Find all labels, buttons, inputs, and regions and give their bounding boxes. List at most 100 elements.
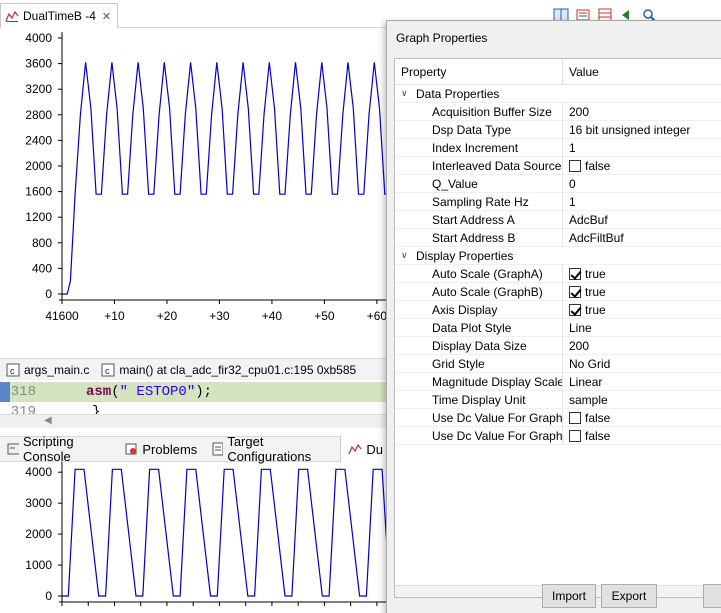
property-row[interactable]: Acquisition Buffer Size 200 <box>395 103 721 121</box>
file-tab-label: main() at cla_adc_fir32_cpu01.c:195 0xb5… <box>119 362 357 377</box>
property-checkbox[interactable] <box>569 285 581 298</box>
property-row[interactable]: Auto Scale (GraphB) true <box>395 283 721 301</box>
property-row[interactable]: Auto Scale (GraphA) true <box>395 265 721 283</box>
property-row[interactable]: Index Increment 1 <box>395 139 721 157</box>
property-row[interactable]: Q_Value 0 <box>395 175 721 193</box>
graph-icon <box>5 10 19 22</box>
property-row[interactable]: Magnitude Display Scale Linear <box>395 373 721 391</box>
property-value-cell[interactable]: 200 <box>563 103 721 121</box>
property-name-cell: Time Display Unit <box>395 391 563 409</box>
property-row[interactable]: Dsp Data Type 16 bit unsigned integer <box>395 121 721 139</box>
file-tab-main-debug[interactable]: c main() at cla_adc_fir32_cpu01.c:195 0x… <box>95 359 362 381</box>
svg-text:c: c <box>105 366 110 376</box>
import-button[interactable]: Import <box>542 584 596 608</box>
code-line: 319 } <box>0 402 390 414</box>
graph-icon <box>348 443 362 455</box>
code-line-current: 318 asm(" ESTOP0"); <box>0 382 390 402</box>
editor-tab-dualtimeb[interactable]: DualTimeB -4 ✕ <box>0 3 118 28</box>
property-value-cell[interactable]: true <box>563 283 721 301</box>
x-tick-label: +40 <box>262 309 283 323</box>
property-value-cell[interactable]: AdcFiltBuf <box>563 229 721 247</box>
property-checkbox[interactable] <box>569 303 581 316</box>
property-checkbox[interactable] <box>569 429 581 442</box>
property-value: 16 bit unsigned integer <box>569 122 691 137</box>
property-value-cell[interactable]: 1 <box>563 139 721 157</box>
property-name: Interleaved Data Sources <box>432 158 563 173</box>
property-row[interactable]: Time Display Unit sample <box>395 391 721 409</box>
property-value-cell[interactable]: 16 bit unsigned integer <box>563 121 721 139</box>
property-name: Q_Value <box>432 176 478 191</box>
category-cell: ∨ Data Properties <box>395 85 563 103</box>
axis-lines <box>59 32 400 301</box>
category-cell: ∨ Display Properties <box>395 247 563 265</box>
property-value-cell[interactable]: 1 <box>563 193 721 211</box>
property-value-cell[interactable]: false <box>563 409 721 427</box>
property-value-cell[interactable]: true <box>563 265 721 283</box>
property-value: Line <box>569 320 592 335</box>
tab-label: Du <box>366 441 383 457</box>
y-tick-label: 800 <box>32 236 52 250</box>
property-row[interactable]: Axis Display true <box>395 301 721 319</box>
property-row[interactable]: Data Plot Style Line <box>395 319 721 337</box>
property-value-cell[interactable]: 0 <box>563 175 721 193</box>
y-tick-label: 0 <box>45 589 52 603</box>
export-button[interactable]: Export <box>601 584 657 608</box>
property-row[interactable]: Start Address B AdcFiltBuf <box>395 229 721 247</box>
dialog-extra-button[interactable] <box>703 584 721 608</box>
property-name: Auto Scale (GraphB) <box>432 284 543 299</box>
property-value-cell[interactable]: false <box>563 427 721 445</box>
chevron-down-icon[interactable]: ∨ <box>401 250 411 261</box>
property-value-cell[interactable]: AdcBuf <box>563 211 721 229</box>
property-row[interactable]: Display Data Size 200 <box>395 337 721 355</box>
y-tick-label: 2000 <box>25 159 52 173</box>
property-name: Sampling Rate Hz <box>432 194 529 209</box>
editor-horizontal-scrollbar[interactable]: ◀ <box>0 414 390 428</box>
property-row[interactable]: Interleaved Data Sources false <box>395 157 721 175</box>
target-config-icon <box>212 442 224 456</box>
property-row[interactable]: Use Dc Value For Graph A false <box>395 409 721 427</box>
scroll-left-icon[interactable]: ◀ <box>44 415 52 426</box>
property-value-cell[interactable]: 200 <box>563 337 721 355</box>
category-value-cell <box>563 247 721 265</box>
property-row[interactable]: Sampling Rate Hz 1 <box>395 193 721 211</box>
property-name-cell: Start Address B <box>395 229 563 247</box>
file-tab-label: args_main.c <box>24 362 90 377</box>
property-row[interactable]: Grid Style No Grid <box>395 355 721 373</box>
property-category[interactable]: ∨ Data Properties <box>395 85 721 103</box>
tab-target-configurations[interactable]: Target Configurations <box>204 434 340 464</box>
tab-problems[interactable]: Problems <box>117 436 204 462</box>
tab-dualtime[interactable]: Du <box>340 436 390 462</box>
tab-scripting-console[interactable]: Scripting Console <box>0 434 117 464</box>
dialog-title: Graph Properties <box>396 31 488 45</box>
property-value: false <box>585 410 611 425</box>
chevron-down-icon[interactable]: ∨ <box>401 88 411 99</box>
property-row[interactable]: Start Address A AdcBuf <box>395 211 721 229</box>
property-row[interactable]: Use Dc Value For Graph B false <box>395 427 721 445</box>
property-name-cell: Use Dc Value For Graph A <box>395 409 563 427</box>
y-tick-label: 4000 <box>25 31 52 45</box>
property-value-cell[interactable]: true <box>563 301 721 319</box>
property-value-cell[interactable]: sample <box>563 391 721 409</box>
property-checkbox[interactable] <box>569 267 581 280</box>
property-value: true <box>585 302 606 317</box>
property-value-cell[interactable]: No Grid <box>563 355 721 373</box>
c-file-icon: c <box>101 363 115 376</box>
property-checkbox[interactable] <box>569 159 581 172</box>
property-value-cell[interactable]: Linear <box>563 373 721 391</box>
property-value: false <box>585 158 611 173</box>
property-checkbox[interactable] <box>569 411 581 424</box>
code-editor[interactable]: 318 asm(" ESTOP0"); 319 } <box>0 380 390 414</box>
property-name-cell: Grid Style <box>395 355 563 373</box>
header-value: Value <box>569 64 599 79</box>
property-name-cell: Index Increment <box>395 139 563 157</box>
property-value: 200 <box>569 338 590 353</box>
property-value: true <box>585 284 606 299</box>
property-category[interactable]: ∨ Display Properties <box>395 247 721 265</box>
property-name: Time Display Unit <box>432 392 526 407</box>
property-value-cell[interactable]: false <box>563 157 721 175</box>
property-value-cell[interactable]: Line <box>563 319 721 337</box>
file-tab-args-main[interactable]: c args_main.c <box>0 359 95 381</box>
tab-label: Target Configurations <box>227 434 312 464</box>
close-icon[interactable]: ✕ <box>102 10 111 23</box>
property-name-cell: Dsp Data Type <box>395 121 563 139</box>
